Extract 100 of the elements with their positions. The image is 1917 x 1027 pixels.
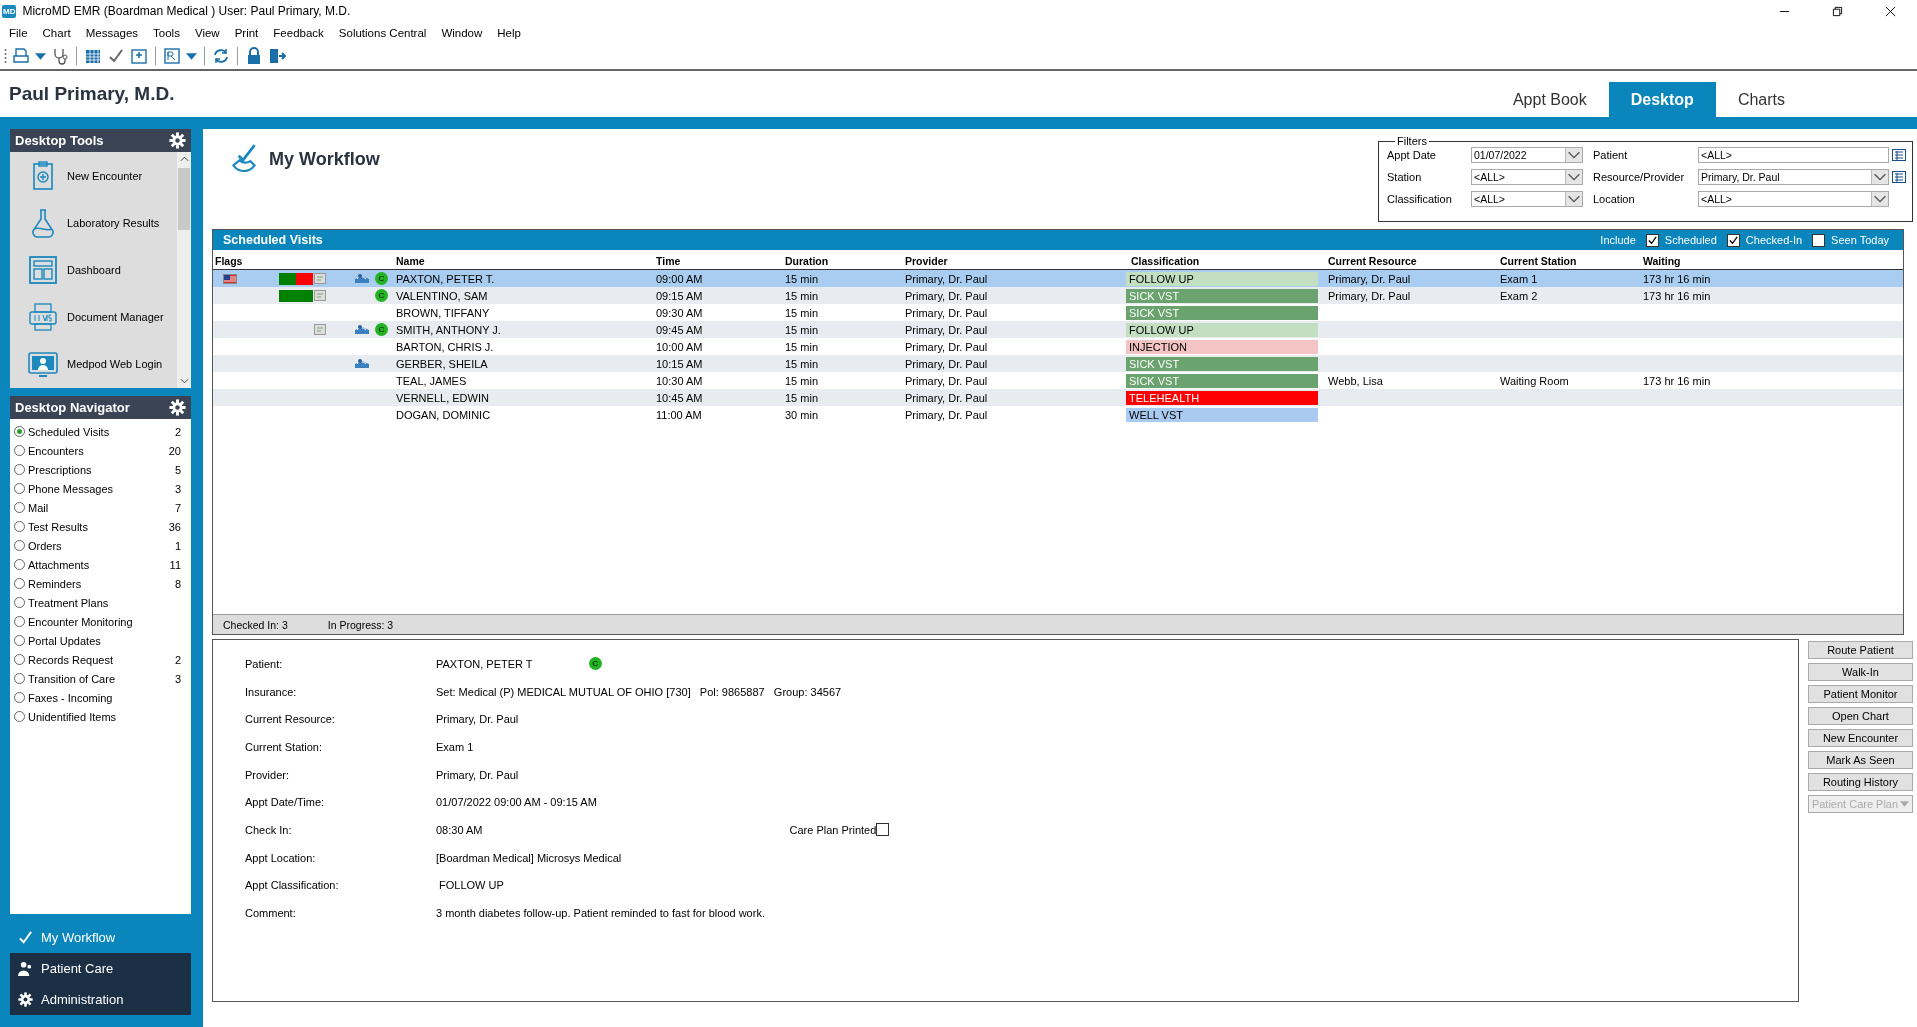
navigator-item-label[interactable]: Phone Messages bbox=[28, 482, 172, 495]
module-button[interactable]: Administration bbox=[10, 984, 191, 1015]
filter-label: Classification bbox=[1387, 193, 1453, 205]
navigator-item-label[interactable]: Encounter Monitoring bbox=[28, 615, 181, 628]
table-row[interactable]: BARTON, CHRIS J. 10:00 AM 15 min Primary, Dr. Paul INJECTION bbox=[213, 338, 1903, 355]
window-title: MicroMD EMR (Boardman Medical ) User: Paul Primary, M.D. bbox=[22, 4, 351, 18]
navigator-item-label[interactable]: Transition of Care bbox=[28, 672, 172, 685]
menu-item[interactable]: Tools bbox=[153, 26, 180, 39]
column-header[interactable]: Current Station bbox=[1500, 255, 1643, 267]
table-row[interactable]: TEAL, JAMES 10:30 AM 15 min Primary, Dr. Paul SICK VST Webb, Lisa Waiting Room 173 hr 16 min bbox=[213, 372, 1903, 389]
table-cell-text: GERBER, SHEILA bbox=[396, 357, 489, 370]
table-cell-text: BARTON, CHRIS J. bbox=[396, 340, 495, 353]
item-count: 5 bbox=[174, 463, 181, 476]
navigator-item-label[interactable]: Scheduled Visits bbox=[28, 425, 172, 438]
table-cell-text: 173 hr 16 min bbox=[1643, 272, 1712, 285]
table-cell-text: 10:15 AM bbox=[656, 357, 704, 370]
column-header[interactable]: Classification bbox=[1131, 255, 1328, 267]
table-row[interactable]: VERNELL, EDWIN 10:45 AM 15 min Primary, Dr. Paul TELEHEALTH bbox=[213, 389, 1903, 406]
table-row[interactable]: C SMITH, ANTHONY J. 09:45 AM 15 min Primary, Dr. Paul FOLLOW UP bbox=[213, 321, 1903, 338]
navigator-item-label[interactable]: Orders bbox=[28, 539, 172, 552]
table-cell-text: 11:00 AM bbox=[656, 408, 703, 421]
table-cell-text: Waiting Room bbox=[1500, 374, 1570, 387]
navigator-item-label[interactable]: Treatment Plans bbox=[28, 596, 181, 609]
dropdown[interactable]: 01/07/2022 bbox=[1471, 147, 1583, 163]
table-cell-text: Webb, Lisa bbox=[1328, 374, 1384, 387]
menu-item[interactable]: Messages bbox=[85, 26, 139, 39]
table-row[interactable]: DOGAN, DOMINIC 11:00 AM 30 min Primary, Dr. Paul WELL VST bbox=[213, 406, 1903, 423]
action-button[interactable]: Walk-In bbox=[1808, 663, 1913, 681]
column-header[interactable]: Current Resource bbox=[1328, 255, 1500, 267]
app-logo: MD bbox=[2, 4, 17, 18]
navigator-item-label[interactable]: Records Request bbox=[28, 653, 172, 666]
menu-item[interactable]: View bbox=[194, 26, 220, 39]
dropdown[interactable]: <ALL> bbox=[1471, 169, 1583, 185]
menu-item[interactable]: Chart bbox=[42, 26, 71, 39]
table-cell-text: Primary, Dr. Paul bbox=[1328, 289, 1412, 302]
navigator-item-label[interactable]: Mail bbox=[28, 501, 172, 514]
table-cell-text: Primary, Dr. Paul bbox=[905, 272, 989, 285]
classification-tag: WELL VST bbox=[1126, 407, 1318, 422]
checkbox-label[interactable]: Checked-In bbox=[1745, 234, 1803, 246]
table-cell-text: DOGAN, DOMINIC bbox=[396, 408, 492, 421]
tool-label[interactable]: Medpod Web Login bbox=[67, 357, 163, 370]
action-button[interactable]: Patient Monitor bbox=[1808, 685, 1913, 703]
checkbox-label[interactable]: Scheduled bbox=[1664, 234, 1717, 246]
classification-tag: SICK VST bbox=[1126, 356, 1318, 371]
navigator-item-label[interactable]: Portal Updates bbox=[28, 634, 181, 647]
navigator-item-label[interactable]: Prescriptions bbox=[28, 463, 172, 476]
table-row[interactable]: BROWN, TIFFANY 09:30 AM 15 min Primary, Dr. Paul SICK VST bbox=[213, 304, 1903, 321]
navigator-item-label[interactable]: Faxes - Incoming bbox=[28, 691, 181, 704]
navigator-item-label[interactable]: Reminders bbox=[28, 577, 172, 590]
navigator-item-label[interactable]: Attachments bbox=[28, 558, 167, 571]
menu-item[interactable]: Print bbox=[234, 26, 259, 39]
menu-item[interactable]: Help bbox=[497, 26, 521, 39]
table-row[interactable]: C VALENTINO, SAM 09:15 AM 15 min Primary, Dr. Paul SICK VST Primary, Dr. Paul Exam 2 173 hr 16 min bbox=[213, 287, 1903, 304]
table-cell-text: BROWN, TIFFANY bbox=[396, 306, 491, 319]
detail-value: [Boardman Medical] Microsys Medical bbox=[436, 851, 622, 864]
table-cell-text: Primary, Dr. Paul bbox=[905, 391, 989, 404]
classification-tag: FOLLOW UP bbox=[1126, 271, 1318, 286]
dropdown[interactable]: Primary, Dr. Paul bbox=[1698, 169, 1889, 185]
detail-label: Appt Location: bbox=[245, 851, 317, 864]
navigator-item-label[interactable]: Test Results bbox=[28, 520, 166, 533]
action-button[interactable]: Route Patient bbox=[1808, 641, 1913, 659]
tool-label[interactable]: Dashboard bbox=[67, 263, 121, 276]
menu-item[interactable]: Window bbox=[441, 26, 483, 39]
menu-item[interactable]: Feedback bbox=[273, 26, 324, 39]
action-button[interactable]: Open Chart bbox=[1808, 707, 1913, 725]
menu-item[interactable]: File bbox=[9, 26, 28, 39]
table-row[interactable]: GERBER, SHEILA 10:15 AM 15 min Primary, Dr. Paul SICK VST bbox=[213, 355, 1903, 372]
column-header[interactable]: Provider bbox=[905, 255, 1131, 267]
filter-label: Location bbox=[1593, 193, 1636, 205]
action-button[interactable]: Routing History bbox=[1808, 773, 1913, 791]
action-button[interactable]: New Encounter bbox=[1808, 729, 1913, 747]
tool-label[interactable]: New Encounter bbox=[67, 169, 143, 182]
column-header[interactable]: Duration bbox=[785, 255, 905, 267]
classification-tag: SICK VST bbox=[1126, 373, 1318, 388]
detail-label: Check In: bbox=[245, 823, 293, 836]
menu-item[interactable]: Solutions Central bbox=[338, 26, 427, 39]
column-header[interactable]: Time bbox=[656, 255, 785, 267]
nav-tab[interactable]: Desktop bbox=[1608, 82, 1716, 117]
dropdown[interactable]: <ALL> bbox=[1471, 191, 1583, 207]
module-button[interactable]: Patient Care bbox=[10, 953, 191, 984]
action-button[interactable]: Mark As Seen bbox=[1808, 751, 1913, 769]
column-header[interactable]: Waiting bbox=[1643, 255, 1903, 267]
item-count: 1 bbox=[174, 539, 181, 552]
tool-label[interactable]: Laboratory Results bbox=[67, 216, 160, 229]
checkbox-label[interactable]: Seen Today bbox=[1831, 234, 1889, 246]
column-header[interactable]: Name bbox=[396, 255, 656, 267]
include-label: Include bbox=[1600, 234, 1636, 246]
table-cell-text: 15 min bbox=[785, 374, 820, 387]
navigator-item-label[interactable]: Unidentified Items bbox=[28, 710, 181, 723]
table-cell-text: 10:45 AM bbox=[656, 391, 704, 404]
dropdown[interactable]: <ALL> bbox=[1698, 191, 1889, 207]
table-cell-text: 173 hr 16 min bbox=[1643, 374, 1712, 387]
navigator-item-label[interactable]: Encounters bbox=[28, 444, 166, 457]
checkbox-label[interactable]: Care Plan Printed bbox=[789, 823, 877, 836]
column-header[interactable]: Flags bbox=[213, 255, 396, 267]
item-count: 36 bbox=[168, 520, 181, 533]
input-field[interactable]: <ALL> bbox=[1698, 147, 1889, 163]
tool-label[interactable]: Document Manager bbox=[67, 310, 164, 323]
table-cell-text: Primary, Dr. Paul bbox=[905, 408, 989, 421]
table-row[interactable]: C PAXTON, PETER T. 09:00 AM 15 min Primary, Dr. Paul FOLLOW UP Primary, Dr. Paul Exam 1 173 hr 16 min bbox=[213, 270, 1903, 287]
